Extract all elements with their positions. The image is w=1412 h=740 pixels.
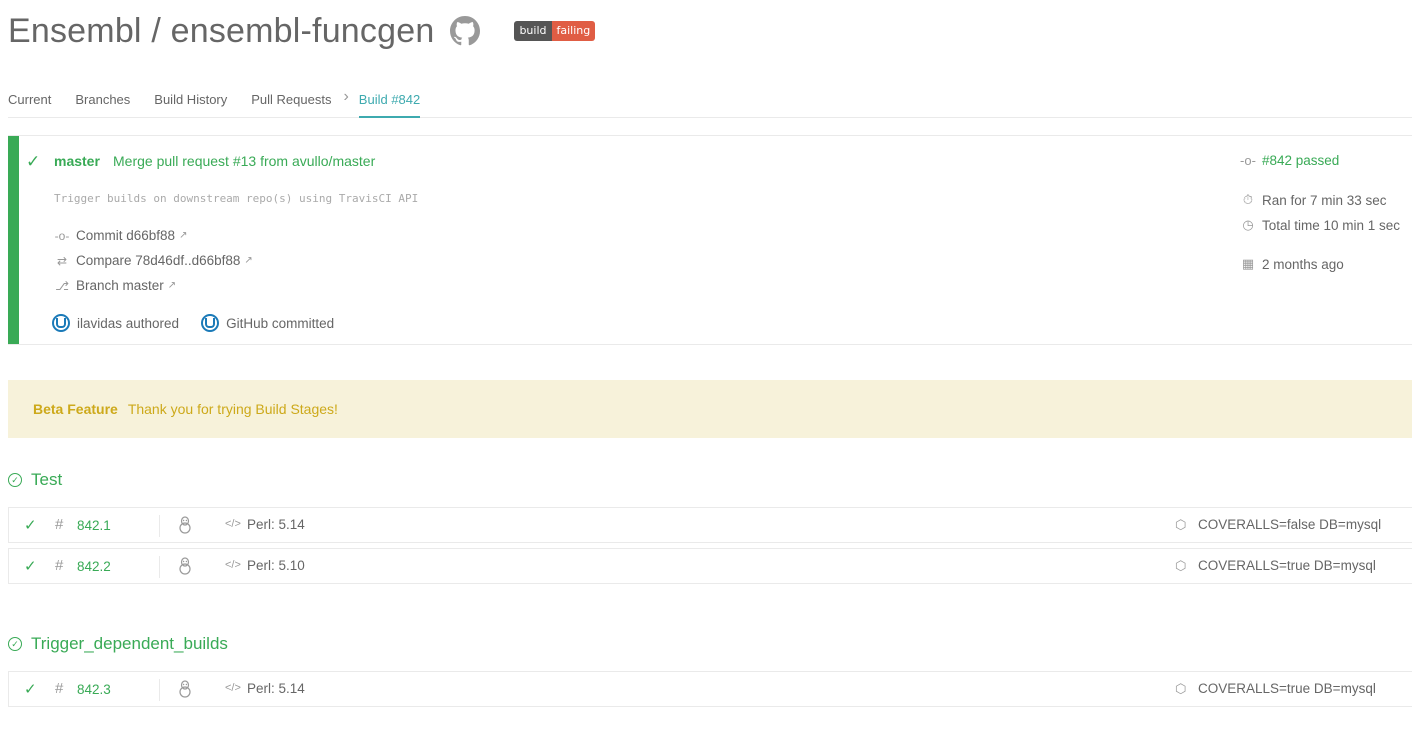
committer: GitHub committed: [201, 314, 334, 332]
job-number[interactable]: 842.1: [77, 518, 111, 533]
check-icon: ✓: [24, 681, 37, 698]
ran-for: ⏱ Ran for 7 min 33 sec: [1240, 192, 1387, 208]
badge-label: build: [514, 21, 552, 41]
repo-title[interactable]: Ensembl / ensembl-funcgen: [8, 12, 434, 51]
repo-header: Ensembl / ensembl-funcgen build failing: [8, 8, 596, 54]
branch-icon: ⎇: [55, 278, 69, 293]
beta-banner: Beta Feature Thank you for trying Build …: [8, 380, 1412, 438]
check-icon: ✓: [26, 152, 41, 171]
divider: [159, 515, 160, 537]
beta-message: Thank you for trying Build Stages!: [127, 401, 338, 417]
github-icon[interactable]: [450, 15, 482, 47]
tab-current[interactable]: Current: [8, 84, 51, 118]
package-icon: ⬡: [1175, 558, 1187, 573]
job-env: COVERALLS=false DB=mysql: [1198, 517, 1382, 532]
build-status-label: #842 passed: [1262, 153, 1340, 168]
tab-build-history[interactable]: Build History: [154, 84, 227, 118]
check-icon: ✓: [24, 558, 37, 575]
check-circle-icon: ✓: [8, 473, 22, 487]
linux-icon: [177, 516, 193, 534]
stage-title: ✓ Test: [8, 470, 62, 490]
commit-link[interactable]: -o- Commit d66bf88 ↗: [54, 228, 188, 243]
commit-description: Trigger builds on downstream repo(s) usi…: [54, 192, 419, 205]
status-bar: [8, 136, 19, 344]
commit-message[interactable]: Merge pull request #13 from avullo/maste…: [113, 153, 375, 169]
commit-icon: -o-: [1240, 153, 1256, 168]
avatar: [201, 314, 220, 332]
external-link-icon: ↗: [244, 255, 253, 266]
divider: [159, 679, 160, 701]
build-status-badge[interactable]: build failing: [514, 21, 596, 41]
stopwatch-icon: ⏱: [1242, 192, 1254, 207]
chevron-right-icon: ›: [343, 88, 349, 105]
package-icon: ⬡: [1175, 517, 1187, 532]
job-env: COVERALLS=true DB=mysql: [1198, 681, 1376, 696]
code-icon: </>: [225, 682, 241, 694]
job-row[interactable]: ✓ # 842.1 </> Perl: 5.14 ⬡ COVERALLS=fal…: [8, 507, 1412, 543]
compare-icon: ⇄: [56, 253, 68, 268]
linux-icon: [177, 557, 193, 575]
hash-icon: #: [55, 516, 64, 533]
tab-branches[interactable]: Branches: [75, 84, 130, 118]
committer-label: GitHub committed: [226, 315, 335, 331]
clock-icon: ◷: [1242, 217, 1254, 232]
author: ilavidas authored: [52, 314, 179, 332]
job-language: Perl: 5.14: [247, 517, 305, 532]
stage-title-label: Trigger_dependent_builds: [31, 634, 228, 653]
stage-title-label: Test: [31, 470, 63, 489]
build-summary: ✓ master Merge pull request #13 from avu…: [8, 135, 1412, 345]
build-tabs: Current Branches Build History Pull Requ…: [8, 84, 1412, 118]
job-number[interactable]: 842.2: [77, 559, 111, 574]
build-status[interactable]: -o- #842 passed: [1240, 153, 1339, 168]
calendar-icon: ▦: [1241, 256, 1255, 271]
job-language: Perl: 5.14: [247, 681, 305, 696]
check-icon: ✓: [24, 517, 37, 534]
divider: [159, 556, 160, 578]
commit-icon: -o-: [54, 228, 70, 243]
build-branch[interactable]: master: [54, 153, 100, 169]
branch-label: Branch master: [76, 278, 164, 293]
job-language: Perl: 5.10: [247, 558, 305, 573]
avatar: [52, 314, 70, 332]
beta-label: Beta Feature: [33, 401, 118, 417]
build-date-label: 2 months ago: [1262, 256, 1344, 272]
job-row[interactable]: ✓ # 842.2 </> Perl: 5.10 ⬡ COVERALLS=tru…: [8, 548, 1412, 584]
job-env: COVERALLS=true DB=mysql: [1198, 558, 1376, 573]
code-icon: </>: [225, 518, 241, 530]
compare-label: Compare 78d46df..d66bf88: [76, 253, 241, 268]
job-number[interactable]: 842.3: [77, 682, 111, 697]
author-label: ilavidas authored: [77, 315, 180, 331]
hash-icon: #: [55, 680, 64, 697]
tab-pull-requests[interactable]: Pull Requests: [251, 84, 331, 118]
commit-label: Commit d66bf88: [76, 228, 176, 243]
branch-link[interactable]: ⎇ Branch master ↗: [54, 278, 176, 293]
check-circle-icon: ✓: [8, 637, 22, 651]
tab-build-842[interactable]: Build #842: [358, 84, 421, 118]
build-date: ▦ 2 months ago: [1240, 256, 1344, 272]
total-time-label: Total time 10 min 1 sec: [1262, 217, 1401, 233]
external-link-icon: ↗: [167, 280, 177, 291]
package-icon: ⬡: [1175, 681, 1187, 696]
hash-icon: #: [55, 557, 64, 574]
code-icon: </>: [225, 559, 241, 571]
total-time: ◷ Total time 10 min 1 sec: [1240, 217, 1400, 233]
badge-status: failing: [551, 21, 596, 41]
stage-title: ✓ Trigger_dependent_builds: [8, 634, 228, 654]
ran-for-label: Ran for 7 min 33 sec: [1262, 192, 1387, 208]
external-link-icon: ↗: [179, 230, 188, 241]
compare-link[interactable]: ⇄ Compare 78d46df..d66bf88 ↗: [54, 253, 253, 268]
job-row[interactable]: ✓ # 842.3 </> Perl: 5.14 ⬡ COVERALLS=tru…: [8, 671, 1412, 707]
linux-icon: [177, 680, 193, 698]
authors: ilavidas authored GitHub committed: [52, 314, 356, 332]
